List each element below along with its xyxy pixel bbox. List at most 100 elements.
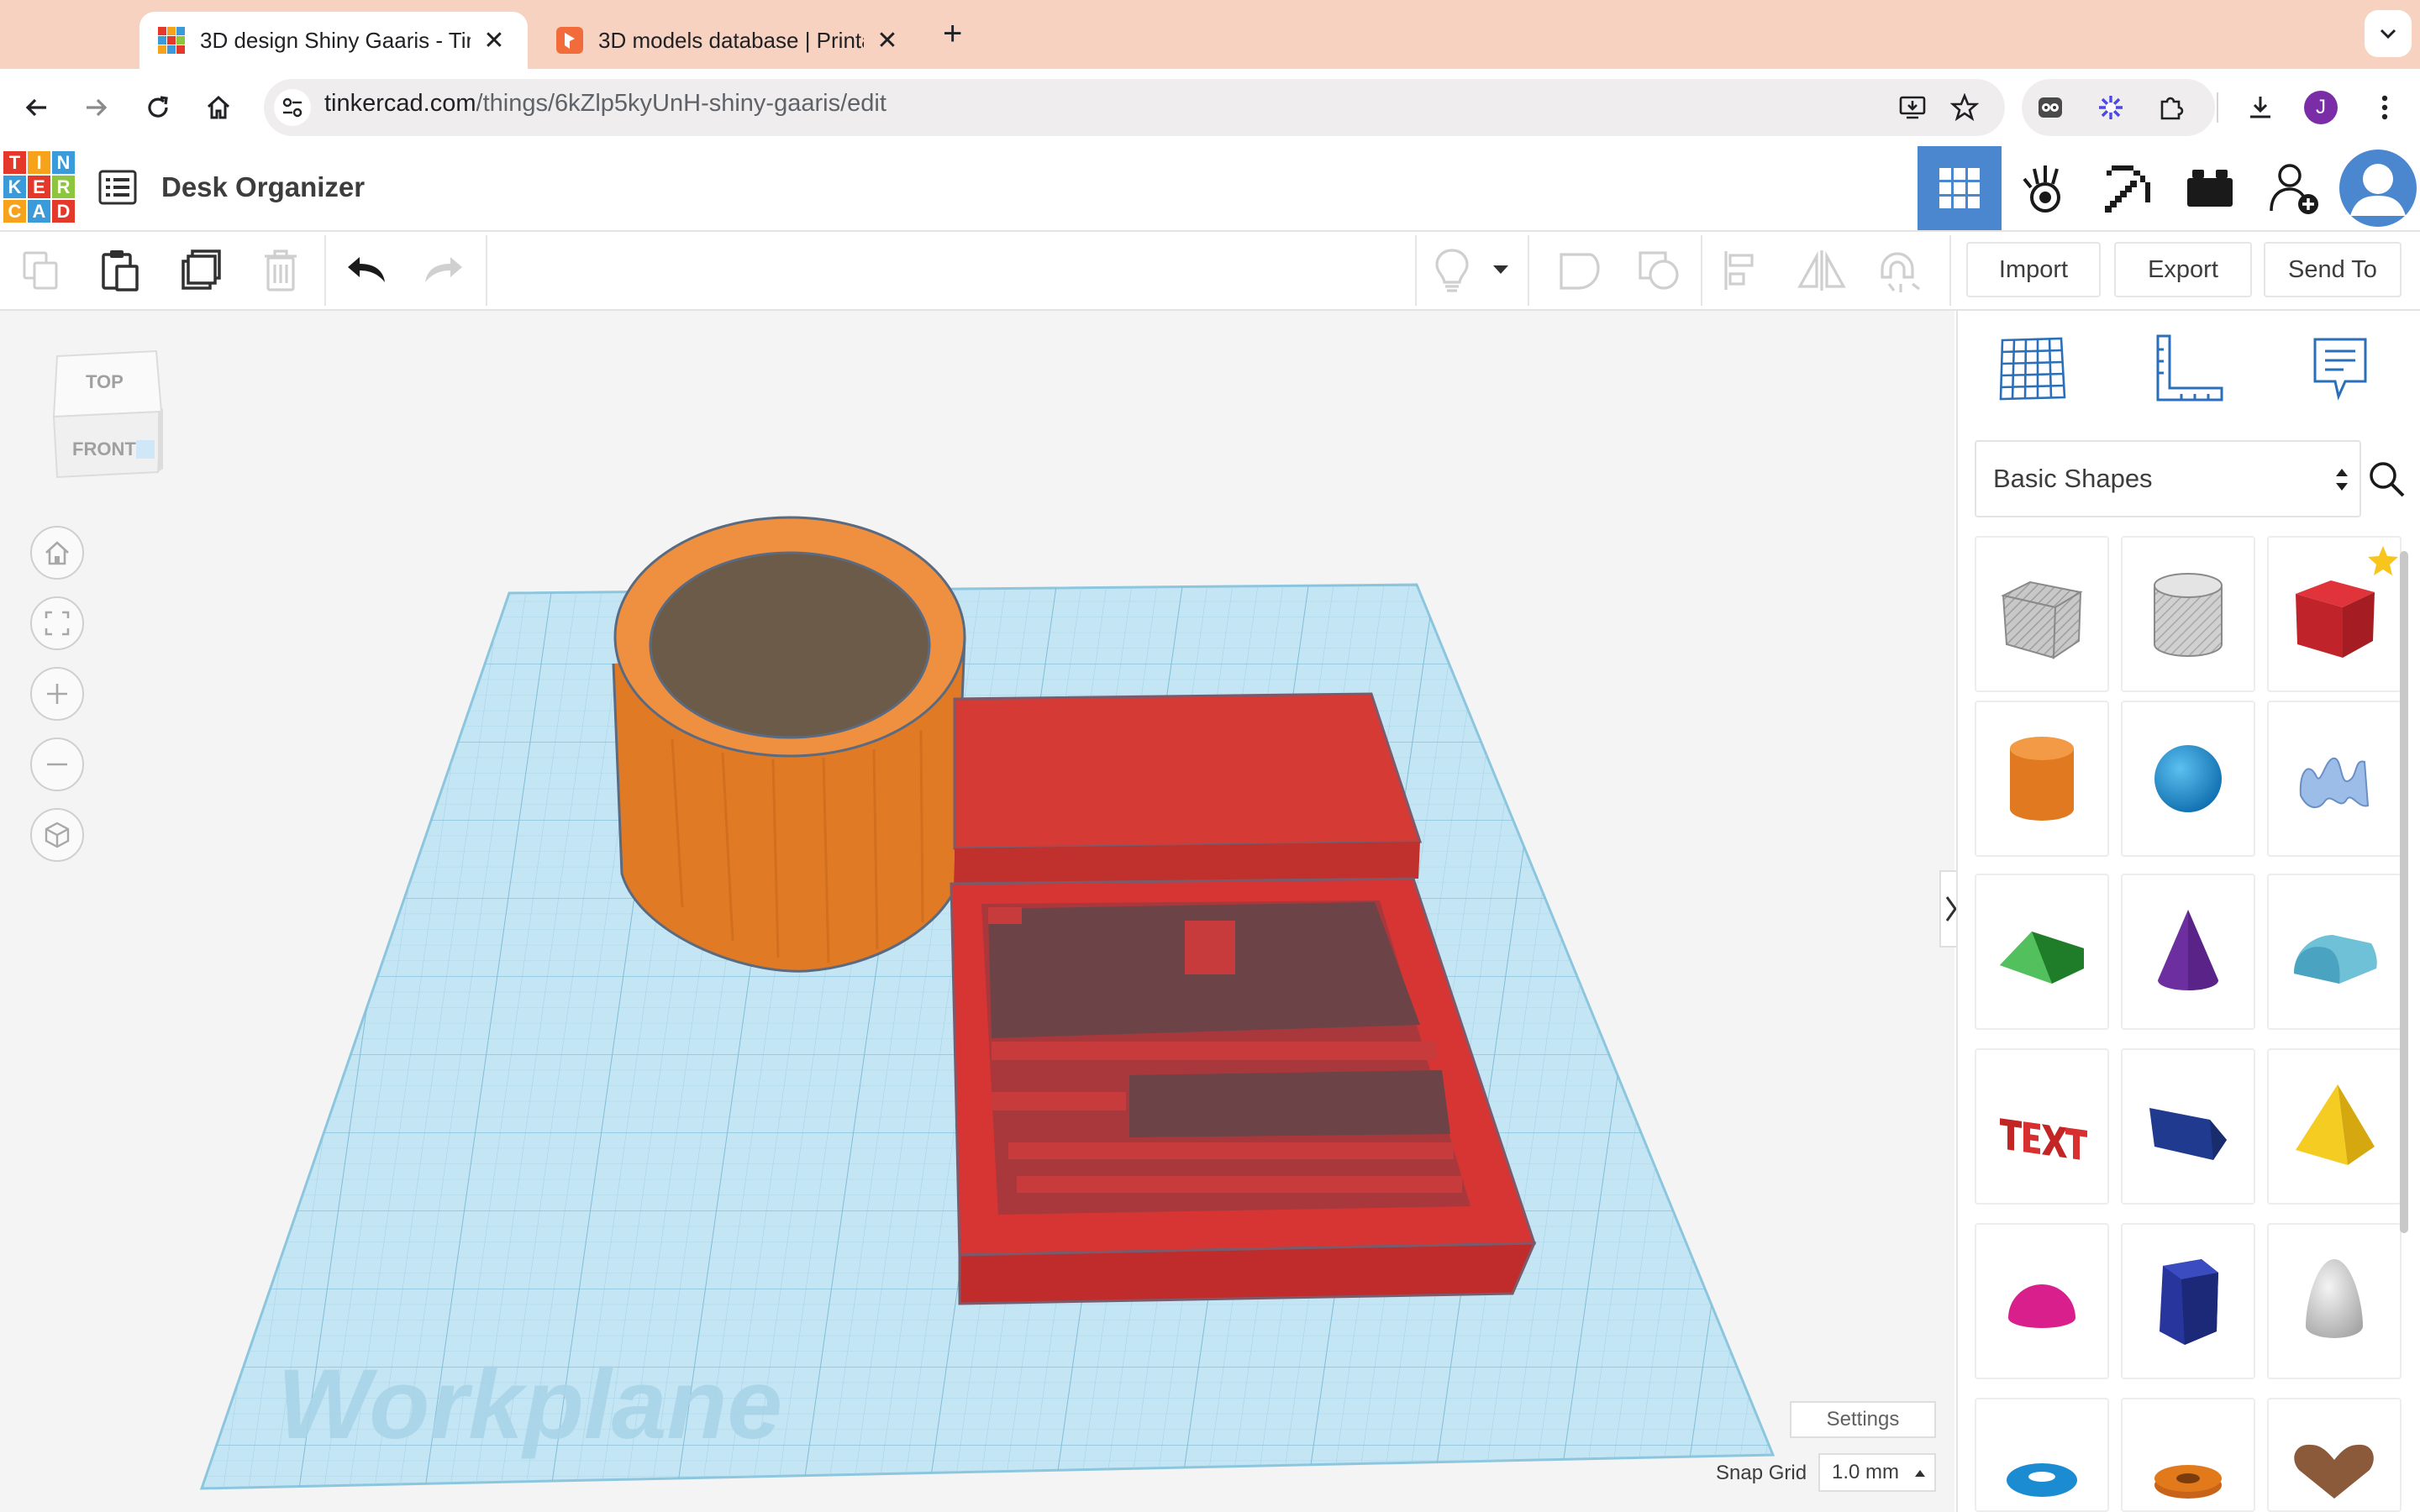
orange-cup-shape[interactable] [612, 516, 966, 973]
browser-tab-printables[interactable]: 3D models database | Printab ✕ [538, 12, 921, 69]
redo-button[interactable] [413, 240, 474, 301]
extension-1-button[interactable] [2032, 89, 2069, 126]
logo-letter: T [3, 151, 26, 174]
tube-icon [2154, 1465, 2222, 1499]
install-app-button[interactable] [1894, 89, 1931, 126]
minecraft-button[interactable] [2087, 146, 2171, 230]
shape-library-select[interactable]: Basic Shapes [1975, 440, 2361, 517]
zoom-in-button[interactable] [30, 667, 84, 721]
user-avatar[interactable] [2336, 146, 2420, 230]
cube-perspective-icon [45, 822, 70, 848]
view-cube-top-label[interactable]: TOP [86, 371, 124, 393]
fit-view-button[interactable] [30, 596, 84, 650]
extension-2-button[interactable] [2092, 89, 2129, 126]
shape-tile-box[interactable] [2267, 536, 2402, 692]
view-cube-front-label[interactable]: FRONT [72, 438, 136, 460]
shape-tile-paraboloid[interactable] [2267, 1223, 2402, 1379]
extensions-button[interactable] [2153, 89, 2190, 126]
shape-library-value: Basic Shapes [1993, 464, 2153, 493]
shape-tile-heart[interactable] [2267, 1398, 2402, 1512]
shape-tile-tube[interactable] [2121, 1398, 2255, 1512]
forward-button[interactable] [76, 87, 116, 128]
fit-to-view-icon [45, 611, 70, 636]
invite-collaborator-button[interactable] [2252, 146, 2336, 230]
browser-tab-tinkercad[interactable]: 3D design Shiny Gaaris - Tink ✕ [139, 12, 528, 69]
tinkercad-logo[interactable]: T I N K E R C A D [3, 151, 76, 223]
shape-tile-cylinder[interactable] [1975, 701, 2109, 857]
site-info-button[interactable] [274, 89, 311, 126]
notes-dropdown[interactable] [1491, 259, 1511, 279]
shape-tile-sphere[interactable] [2121, 701, 2255, 857]
cruise-button[interactable] [1870, 240, 1931, 301]
shape-tile-polygon[interactable] [2121, 1223, 2255, 1379]
import-button[interactable]: Import [1966, 242, 2101, 297]
sim-lab-button[interactable] [2003, 146, 2087, 230]
chevron-down-icon [2380, 29, 2396, 39]
install-icon [1899, 96, 1926, 119]
close-tab-icon[interactable]: ✕ [872, 26, 902, 55]
tab-search-button[interactable] [2365, 10, 2412, 57]
toolbar-separator [1701, 235, 1702, 306]
cylinder-hole-icon [2154, 573, 2223, 657]
select-arrows-icon [2336, 469, 2348, 491]
profile-avatar[interactable]: J [2304, 91, 2338, 124]
view-cube[interactable]: TOP FRONT [49, 346, 166, 484]
arrow-right-icon [87, 98, 108, 117]
toolbar-separator [324, 235, 326, 306]
perspective-button[interactable] [30, 808, 84, 862]
shape-tile-half-sphere[interactable] [1975, 1223, 2109, 1379]
workplane-tool-button[interactable] [1995, 331, 2070, 407]
send-to-button[interactable]: Send To [2264, 242, 2402, 297]
undo-button[interactable] [336, 240, 397, 301]
design-list-button[interactable] [94, 166, 141, 208]
scene-svg[interactable]: Workplane [0, 311, 1954, 1512]
shape-tile-pyramid[interactable] [2267, 1048, 2402, 1205]
delete-button[interactable] [250, 240, 311, 301]
workplane-label: Workplane [277, 1349, 782, 1460]
reload-button[interactable] [138, 87, 178, 128]
panel-scrollbar[interactable] [2400, 551, 2408, 1233]
bookmark-button[interactable] [1946, 89, 1983, 126]
shape-search-button[interactable] [2368, 440, 2405, 517]
url-host: tinkercad.com [324, 90, 476, 117]
zoom-out-button[interactable] [30, 738, 84, 791]
export-button[interactable]: Export [2114, 242, 2252, 297]
notes-button[interactable] [1422, 240, 1482, 301]
group-button[interactable] [1549, 240, 1610, 301]
downloads-button[interactable] [2242, 89, 2279, 126]
shape-tile-round-roof[interactable] [2267, 874, 2402, 1030]
design-title[interactable]: Desk Organizer [161, 171, 365, 203]
snap-grid-select[interactable]: 1.0 mm [1818, 1453, 1936, 1492]
reload-icon [148, 96, 168, 118]
new-tab-button[interactable]: + [943, 15, 962, 53]
close-tab-icon[interactable]: ✕ [479, 26, 509, 55]
red-back-wall-shape[interactable] [953, 692, 1423, 884]
3d-design-view-button[interactable] [1918, 146, 2002, 230]
shape-tile-text[interactable] [1975, 1048, 2109, 1205]
mirror-button[interactable] [1791, 240, 1852, 301]
home-view-button[interactable] [30, 526, 84, 580]
ungroup-button[interactable] [1628, 240, 1689, 301]
duplicate-button[interactable] [171, 240, 232, 301]
logo-letter: K [3, 176, 26, 198]
browser-menu-button[interactable] [2366, 89, 2403, 126]
url-text[interactable]: tinkercad.com/things/6kZlp5kyUnH-shiny-g… [324, 90, 886, 118]
shape-tile-scribble[interactable] [2267, 701, 2402, 857]
shape-tile-cone[interactable] [2121, 874, 2255, 1030]
shape-tile-roof[interactable] [1975, 874, 2109, 1030]
grid-icon [1939, 168, 1980, 208]
pyramid-icon [2296, 1084, 2375, 1165]
home-button[interactable] [198, 87, 239, 128]
copy-button[interactable] [10, 240, 71, 301]
back-button[interactable] [17, 87, 57, 128]
shape-tile-cylinder-hole[interactable] [2121, 536, 2255, 692]
lego-bricks-button[interactable] [2168, 146, 2252, 230]
ruler-tool-button[interactable] [2151, 331, 2227, 407]
shape-tile-wedge[interactable] [2121, 1048, 2255, 1205]
shape-tile-box-hole[interactable] [1975, 536, 2109, 692]
settings-button[interactable]: Settings [1790, 1401, 1936, 1438]
shape-tile-torus[interactable] [1975, 1398, 2109, 1512]
notes-tool-button[interactable] [2302, 331, 2378, 407]
align-button[interactable] [1712, 240, 1773, 301]
paste-button[interactable] [89, 240, 150, 301]
